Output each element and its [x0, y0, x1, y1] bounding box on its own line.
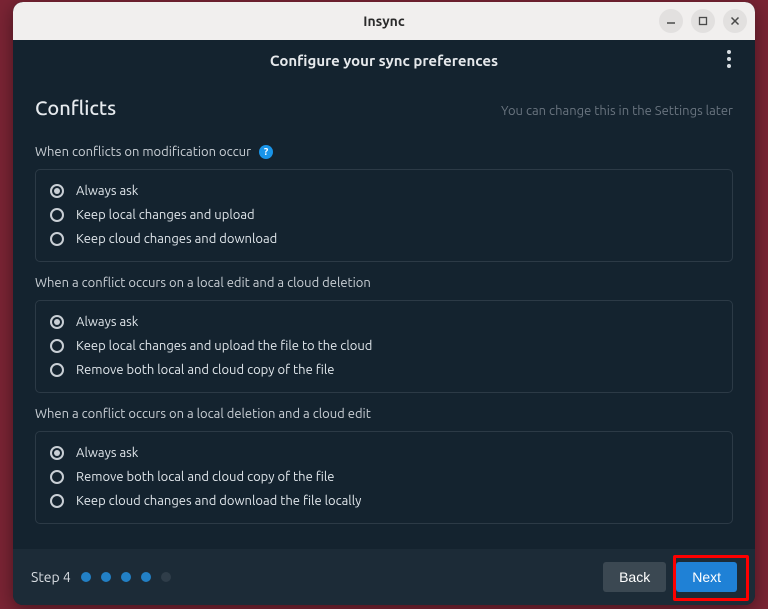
radio-label: Remove both local and cloud copy of the …	[76, 363, 334, 377]
radio-icon	[50, 208, 64, 222]
option-group-local-delete-cloud-edit: Always ask Remove both local and cloud c…	[35, 431, 733, 524]
footer-buttons: Back Next	[603, 562, 737, 592]
menu-button[interactable]	[719, 49, 739, 69]
app-window: Insync Configure your sync preferences C…	[13, 2, 755, 605]
radio-keep-local-upload[interactable]: Keep local changes and upload	[50, 203, 718, 227]
radio-label: Keep local changes and upload	[76, 208, 255, 222]
radio-always-ask[interactable]: Always ask	[50, 179, 718, 203]
section-label-text: When a conflict occurs on a local edit a…	[35, 276, 371, 290]
progress-dot-2	[101, 572, 111, 582]
radio-icon	[50, 184, 64, 198]
radio-label: Keep cloud changes and download	[76, 232, 277, 246]
radio-icon	[50, 470, 64, 484]
progress-dot-4	[141, 572, 151, 582]
back-button[interactable]: Back	[603, 562, 666, 592]
window-controls	[659, 9, 747, 33]
radio-icon	[50, 363, 64, 377]
radio-remove-both[interactable]: Remove both local and cloud copy of the …	[50, 358, 718, 382]
kebab-dot-icon	[727, 57, 731, 61]
progress-dot-5	[161, 572, 171, 582]
radio-label: Remove both local and cloud copy of the …	[76, 470, 334, 484]
minimize-icon	[665, 15, 677, 27]
radio-label: Always ask	[76, 446, 138, 460]
progress-dots	[81, 572, 171, 582]
close-button[interactable]	[723, 9, 747, 33]
subheader-title: Configure your sync preferences	[270, 52, 498, 69]
option-group-modification: Always ask Keep local changes and upload…	[35, 169, 733, 262]
page-title: Conflicts	[35, 96, 116, 119]
radio-label: Keep local changes and upload the file t…	[76, 339, 372, 353]
step-label: Step 4	[31, 569, 71, 585]
progress-dot-3	[121, 572, 131, 582]
section-label-text: When a conflict occurs on a local deleti…	[35, 407, 371, 421]
radio-remove-both[interactable]: Remove both local and cloud copy of the …	[50, 465, 718, 489]
section-label-modification: When conflicts on modification occur ?	[35, 145, 733, 159]
radio-label: Always ask	[76, 315, 138, 329]
section-label-local-delete-cloud-edit: When a conflict occurs on a local deleti…	[35, 407, 733, 421]
page-header-row: Conflicts You can change this in the Set…	[35, 96, 733, 119]
radio-icon	[50, 315, 64, 329]
radio-keep-cloud-download[interactable]: Keep cloud changes and download	[50, 227, 718, 251]
radio-always-ask[interactable]: Always ask	[50, 310, 718, 334]
radio-keep-local-upload-file[interactable]: Keep local changes and upload the file t…	[50, 334, 718, 358]
radio-icon	[50, 339, 64, 353]
content-area: Conflicts You can change this in the Set…	[13, 80, 755, 524]
next-button[interactable]: Next	[676, 562, 737, 592]
option-group-local-edit-cloud-delete: Always ask Keep local changes and upload…	[35, 300, 733, 393]
maximize-icon	[697, 15, 709, 27]
help-icon[interactable]: ?	[259, 145, 273, 159]
subheader: Configure your sync preferences	[13, 40, 755, 80]
radio-always-ask[interactable]: Always ask	[50, 441, 718, 465]
titlebar: Insync	[13, 2, 755, 40]
close-icon	[729, 15, 741, 27]
radio-icon	[50, 494, 64, 508]
radio-icon	[50, 232, 64, 246]
kebab-dot-icon	[727, 64, 731, 68]
radio-label: Keep cloud changes and download the file…	[76, 494, 361, 508]
page-hint: You can change this in the Settings late…	[501, 104, 733, 118]
kebab-dot-icon	[727, 50, 731, 54]
radio-keep-cloud-download-locally[interactable]: Keep cloud changes and download the file…	[50, 489, 718, 513]
section-label-local-edit-cloud-delete: When a conflict occurs on a local edit a…	[35, 276, 733, 290]
step-indicator: Step 4	[31, 569, 171, 585]
maximize-button[interactable]	[691, 9, 715, 33]
radio-icon	[50, 446, 64, 460]
minimize-button[interactable]	[659, 9, 683, 33]
footer: Step 4 Back Next	[13, 549, 755, 605]
section-label-text: When conflicts on modification occur	[35, 145, 251, 159]
progress-dot-1	[81, 572, 91, 582]
radio-label: Always ask	[76, 184, 138, 198]
window-title: Insync	[13, 13, 755, 29]
